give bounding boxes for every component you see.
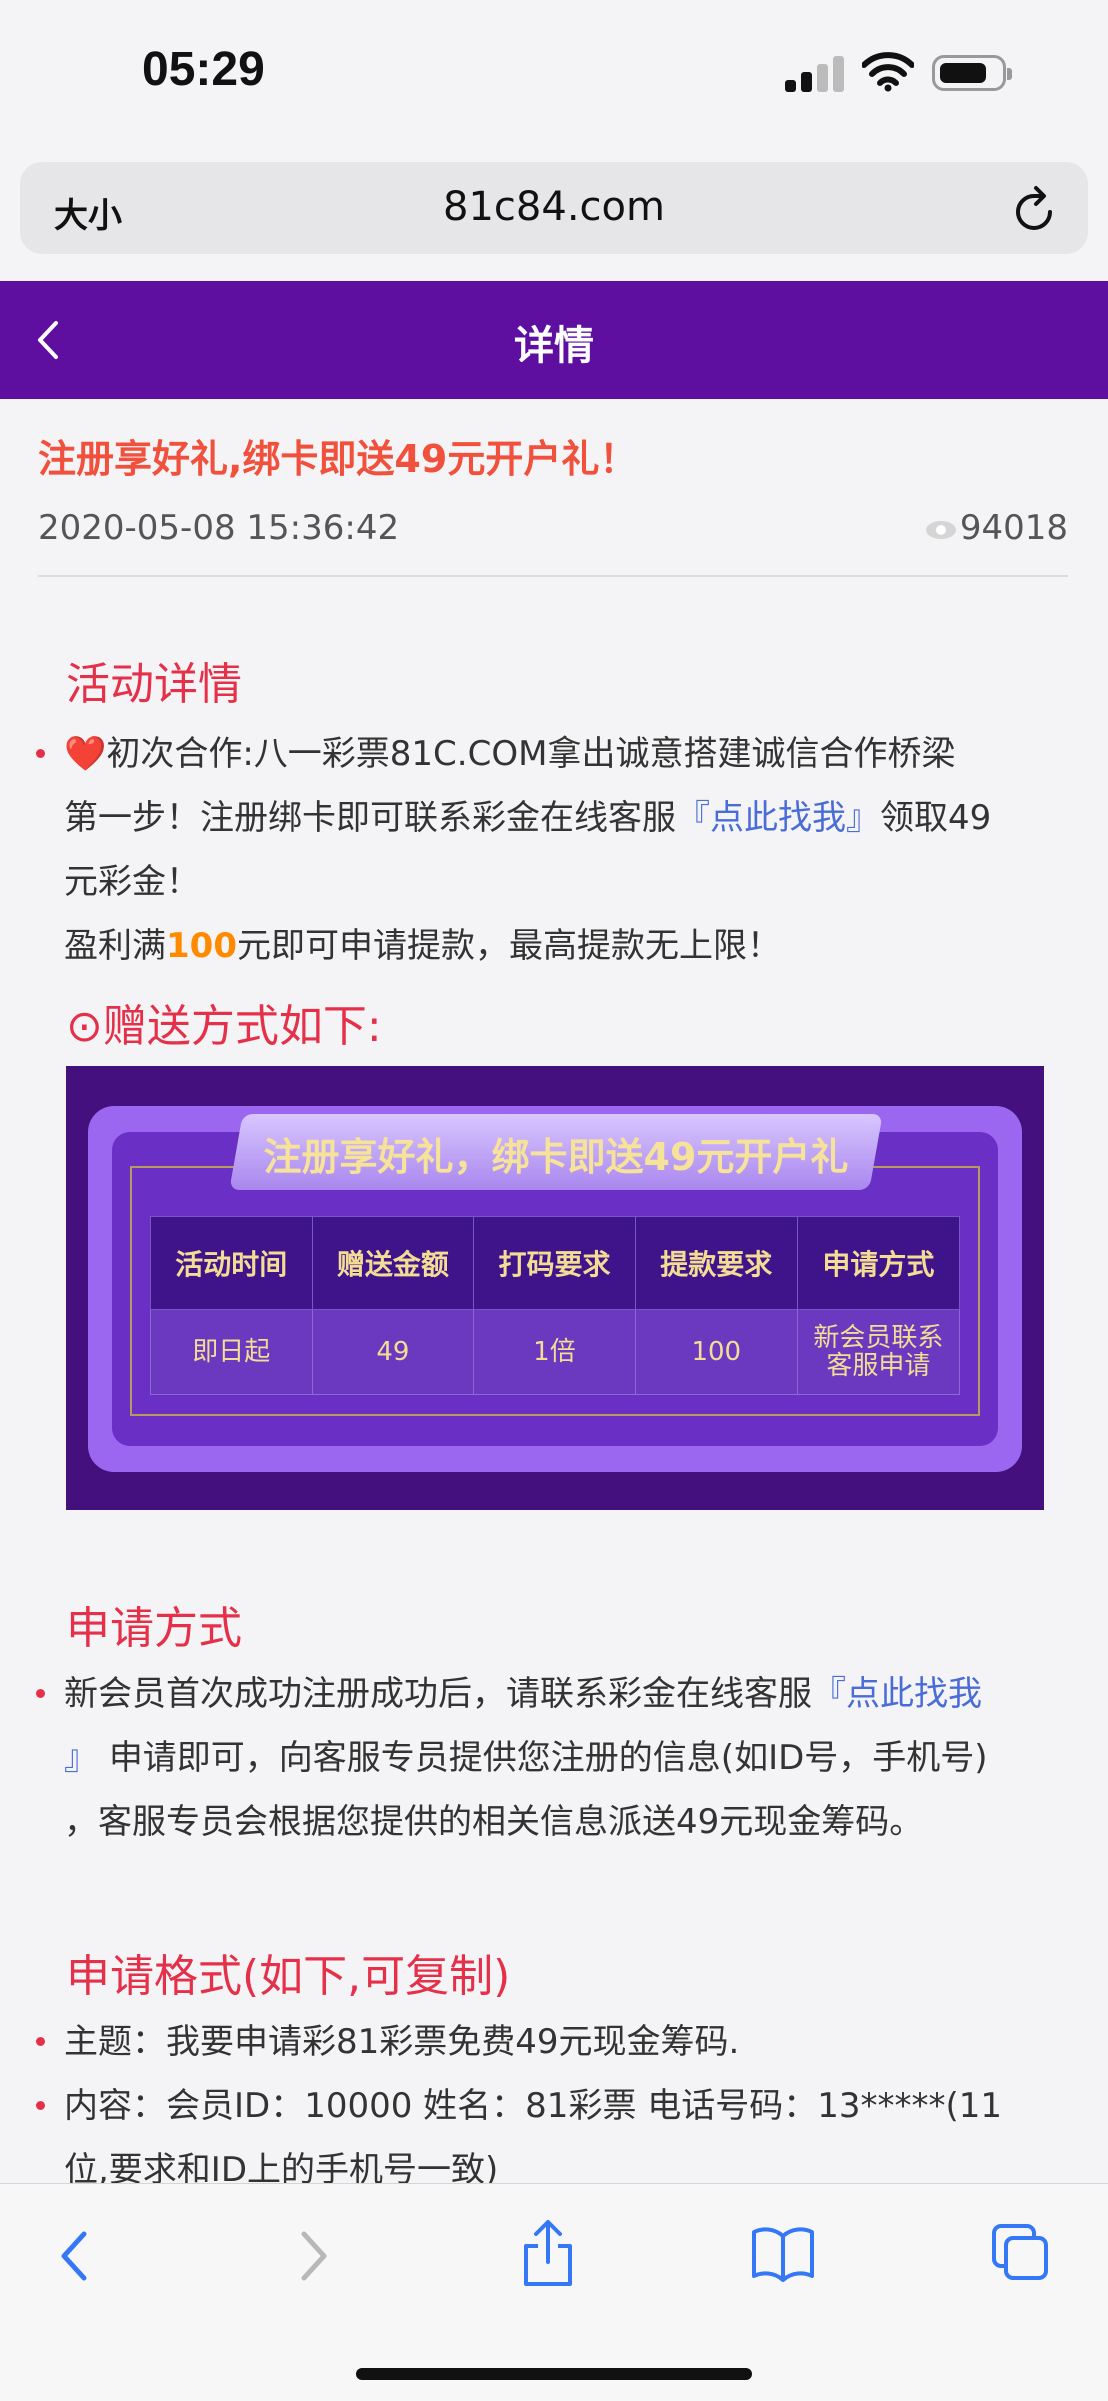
section-heading-format: 申请格式(如下,可复制) [66,1951,511,2002]
details-paragraph: ❤️初次合作:八一彩票81C.COM拿出诚意搭建诚信合作桥梁 第一步！注册绑卡即… [64,722,1054,978]
article-title: 注册享好礼,绑卡即送49元开户礼！ [38,437,638,481]
table-cell: 新会员联系客服申请 [796,1309,961,1395]
page-header: 详情 [0,281,1108,399]
forward-icon[interactable] [290,2226,336,2286]
cellular-signal-icon [785,56,845,92]
battery-icon [932,55,1012,91]
article-date: 2020-05-08 15:36:42 [38,508,400,548]
back-icon[interactable] [52,2226,98,2286]
status-time: 05:29 [142,43,265,96]
col-header: 打码要求 [473,1216,636,1310]
table-cell: 1倍 [473,1309,636,1395]
apply-line-2-text: 申请即可，向客服专员提供您注册的信息(如ID号，手机号) [108,1738,988,1778]
method-heading: ⊙赠送方式如下: [66,1001,382,1052]
contact-service-link[interactable]: 『点此找我』 [676,798,880,838]
col-header: 活动时间 [150,1216,313,1310]
bullet [36,2101,45,2110]
table-cell: 100 [634,1309,798,1395]
bullet [36,2037,45,2046]
details-line-2-text: 第一步！注册绑卡即可联系彩金在线客服 [64,798,676,838]
gift-table-header: 活动时间 赠送金额 打码要求 提款要求 申请方式 [150,1216,961,1310]
format-content: 内容：会员ID：10000 姓名：81彩票 电话号码：13*****(11 [64,2086,1003,2126]
view-count: 94018 [925,508,1068,548]
apply-line-1-text: 新会员首次成功注册成功后，请联系彩金在线客服 [64,1674,812,1714]
apply-line-3: ，客服专员会根据您提供的相关信息派送49元现金筹码。 [64,1802,924,1842]
share-icon[interactable] [520,2218,576,2290]
apply-line-2: 』 申请即可，向客服专员提供您注册的信息(如ID号，手机号) [64,1726,1054,1790]
format-subject: 主题：我要申请彩81彩票免费49元现金筹码. [64,2022,740,2062]
bullet [36,749,45,758]
contact-service-link-2[interactable]: 『点此找我 [812,1674,982,1714]
tabs-icon[interactable] [990,2222,1050,2282]
url-text[interactable]: 81c84.com [20,184,1088,230]
details-line-2-tail: 领取49 [880,798,992,838]
status-bar: 05:29 [0,0,1108,150]
home-indicator [356,2368,752,2380]
section-heading-apply: 申请方式 [66,1603,242,1654]
bullet [36,1689,45,1698]
details-line-1-text: 初次合作:八一彩票81C.COM拿出诚意搭建诚信合作桥梁 [106,734,956,774]
bookmarks-icon[interactable] [750,2224,816,2282]
table-cell: 49 [311,1309,475,1395]
col-header: 申请方式 [796,1216,961,1310]
promo-banner: 注册享好礼，绑卡即送49元开户礼 活动时间 赠送金额 打码要求 提款要求 申请方… [66,1066,1044,1510]
section-heading-details: 活动详情 [66,659,242,710]
view-count-value: 94018 [959,508,1068,548]
col-header: 提款要求 [634,1216,798,1310]
contact-service-link-2-end[interactable]: 』 [64,1738,98,1778]
format-paragraph: 主题：我要申请彩81彩票免费49元现金筹码. 内容：会员ID：10000 姓名：… [64,2010,1054,2202]
col-header: 赠送金额 [311,1216,475,1310]
apply-line-1: 新会员首次成功注册成功后，请联系彩金在线客服『点此找我 [64,1662,1054,1726]
details-line-3: 元彩金！ [64,862,200,902]
details-line-1: ❤️初次合作:八一彩票81C.COM拿出诚意搭建诚信合作桥梁 [64,722,1054,786]
details-line-4-tail: 元即可申请提款，最高提款无上限！ [236,926,781,966]
divider [38,575,1068,577]
eye-icon [925,520,956,539]
details-line-4: 盈利满100元即可申请提款，最高提款无上限！ [64,914,1054,978]
address-bar[interactable]: 大小 81c84.com [20,162,1088,254]
details-line-2: 第一步！注册绑卡即可联系彩金在线客服『点此找我』领取49 [64,786,1054,850]
table-row: 即日起 49 1倍 100 新会员联系客服申请 [150,1309,961,1395]
heart-icon: ❤️ [64,734,107,774]
apply-paragraph: 新会员首次成功注册成功后，请联系彩金在线客服『点此找我 』 申请即可，向客服专员… [64,1662,1054,1854]
reload-icon[interactable] [1012,184,1058,234]
header-title: 详情 [514,323,594,369]
gift-table: 活动时间 赠送金额 打码要求 提款要求 申请方式 即日起 49 1倍 100 新… [150,1216,961,1395]
table-cell: 即日起 [150,1309,313,1395]
wifi-icon [862,52,914,92]
details-line-4-text: 盈利满 [64,926,166,966]
highlight-amount: 100 [166,926,237,966]
banner-ribbon-text: 注册享好礼，绑卡即送49元开户礼 [263,1135,849,1179]
